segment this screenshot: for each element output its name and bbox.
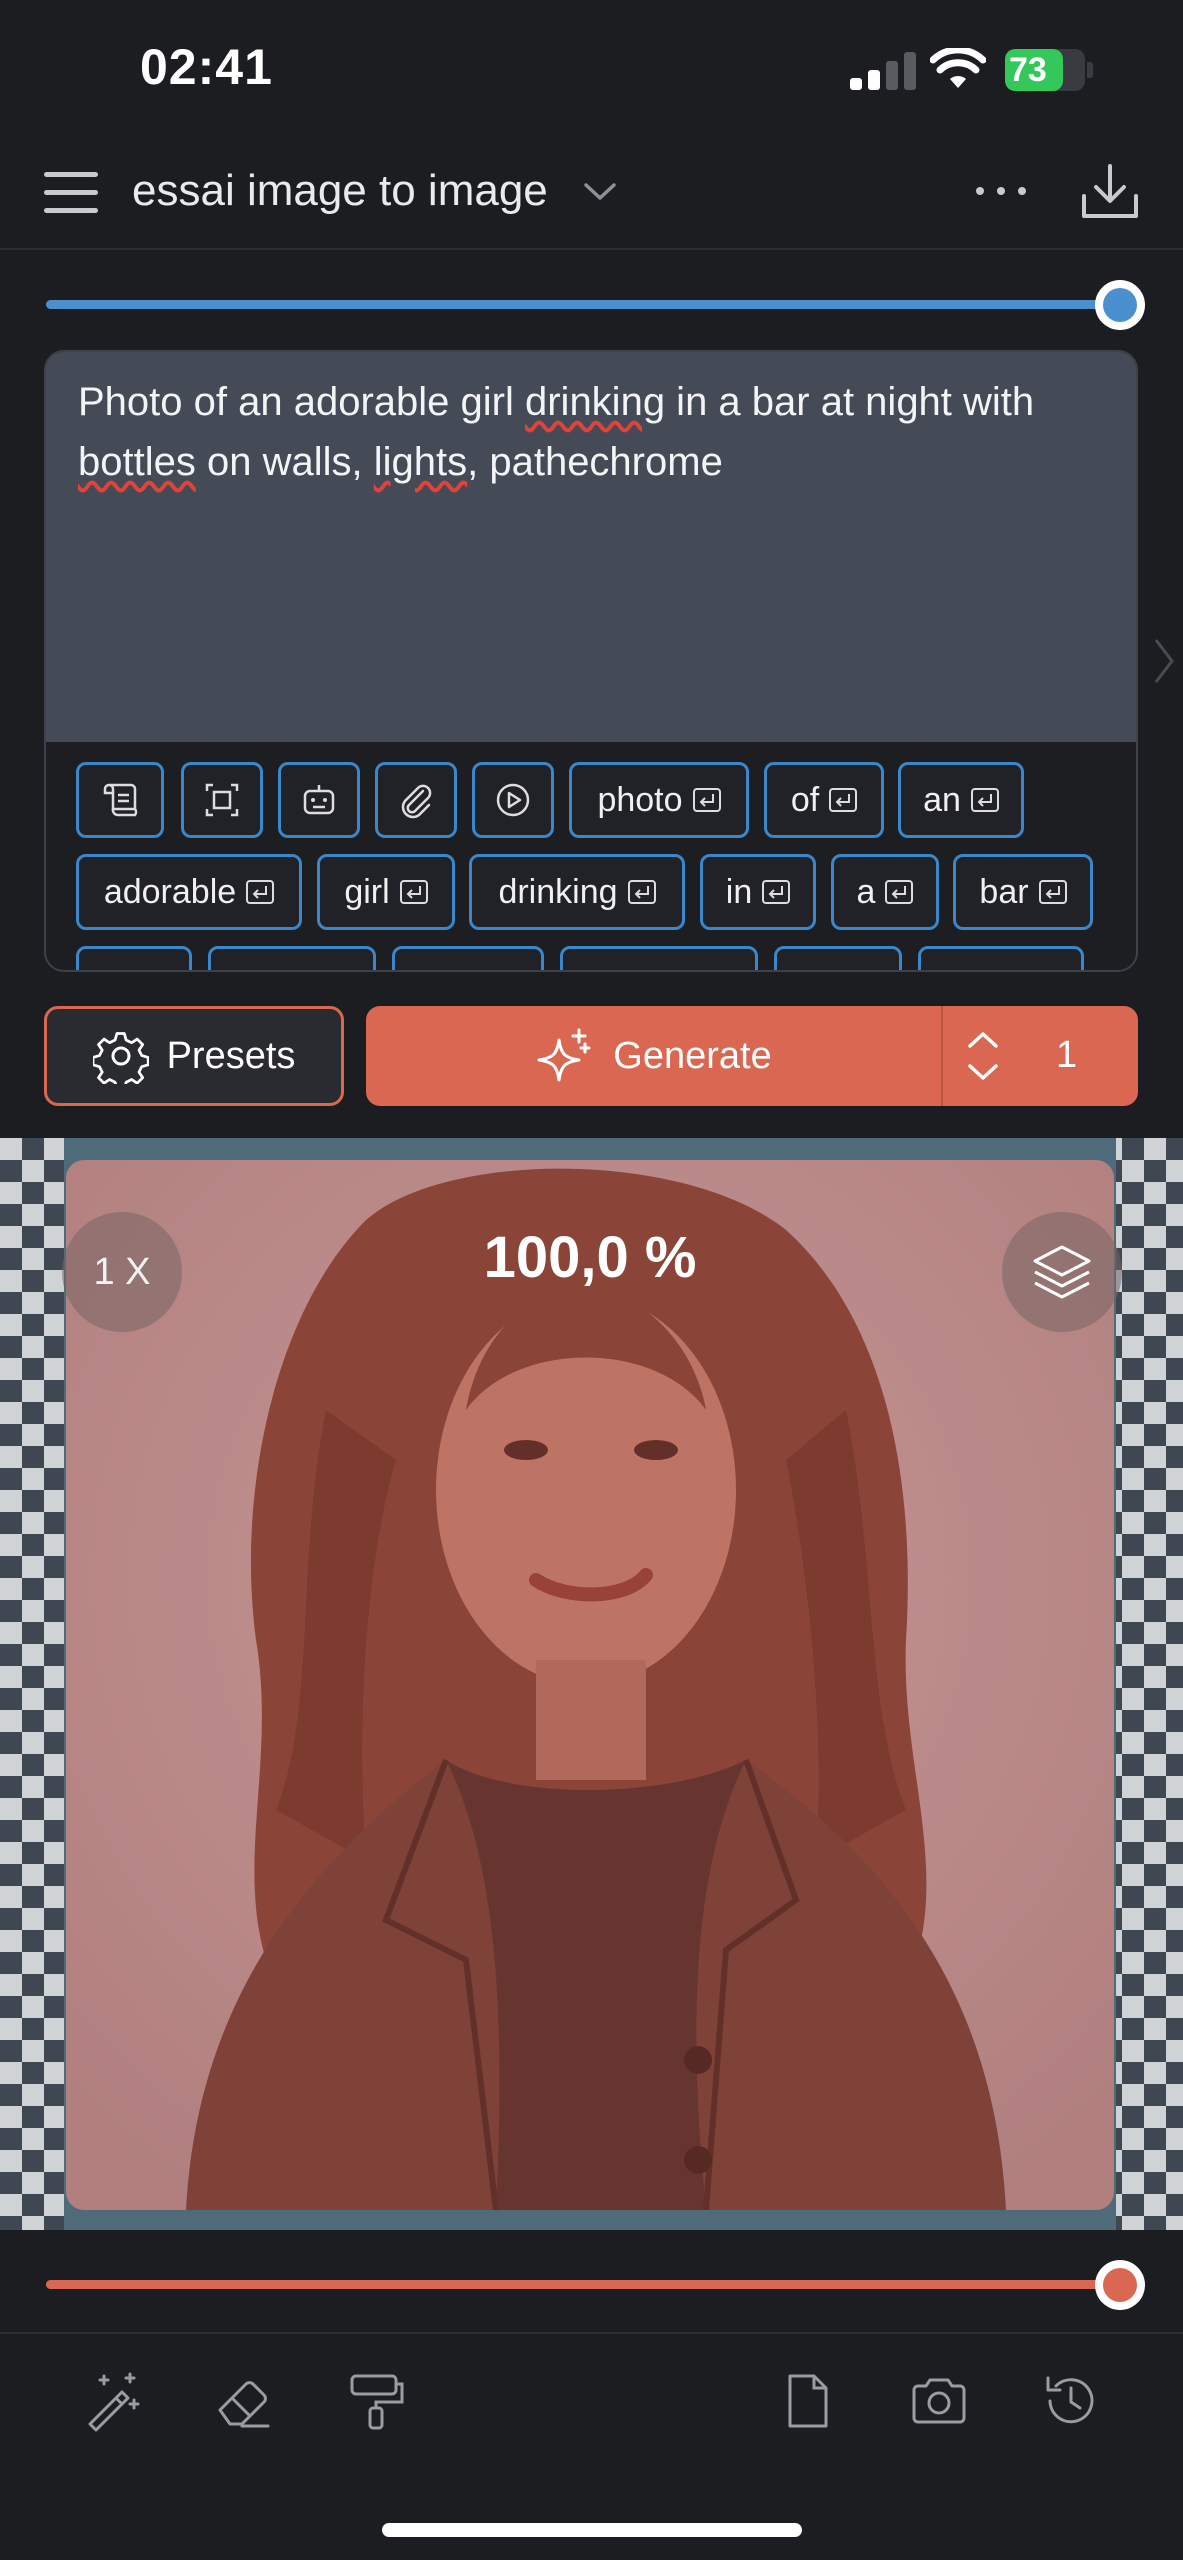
ellipsis-icon[interactable] <box>974 176 1028 206</box>
play-icon <box>496 783 530 817</box>
token-label: in <box>725 872 753 911</box>
misspelled-word: bottles <box>78 440 196 484</box>
token-chip[interactable]: a <box>831 854 939 930</box>
token-chip-clipped[interactable] <box>774 946 902 970</box>
slider-fill <box>46 300 1120 309</box>
slider-thumb[interactable] <box>1095 280 1145 330</box>
camera-icon[interactable] <box>908 2370 970 2432</box>
download-icon[interactable] <box>1080 162 1140 220</box>
strength-slider[interactable] <box>46 280 1145 330</box>
document-icon[interactable] <box>776 2370 838 2432</box>
enter-icon <box>970 788 999 812</box>
generation-progress: 100,0 % <box>483 1225 697 1290</box>
slider-thumb[interactable] <box>1095 2260 1145 2310</box>
gear-icon <box>92 1032 149 1084</box>
bottom-toolbar <box>0 2332 1183 2462</box>
enter-icon <box>627 880 656 904</box>
token-chip[interactable]: adorable <box>76 854 302 930</box>
token-label: girl <box>344 872 390 911</box>
cellular-signal-icon <box>850 52 916 90</box>
layers-icon <box>1033 1245 1091 1299</box>
enter-icon <box>1038 880 1067 904</box>
paint-roller-icon[interactable] <box>346 2370 408 2432</box>
play-button[interactable] <box>472 762 554 838</box>
history-icon[interactable] <box>1040 2370 1102 2432</box>
slider-fill <box>46 2280 1120 2289</box>
prompt-textarea[interactable]: Photo of an adorable girl drinking in a … <box>46 352 1136 742</box>
battery-indicator: 73 <box>1005 49 1093 91</box>
image-canvas[interactable]: 100,0 % <box>0 1138 1183 2230</box>
enter-icon <box>399 880 428 904</box>
token-label: photo <box>597 780 683 819</box>
token-chip-clipped[interactable] <box>918 946 1084 970</box>
token-chip[interactable]: girl <box>317 854 455 930</box>
generate-button-group: Generate 1 <box>366 1006 1138 1106</box>
token-label: drinking <box>498 872 618 911</box>
generate-label: Generate <box>613 1034 772 1077</box>
token-chip[interactable]: bar <box>953 854 1093 930</box>
source-image: 100,0 % <box>66 1160 1114 2210</box>
token-chip[interactable]: an <box>898 762 1024 838</box>
presets-button[interactable]: Presets <box>44 1006 344 1106</box>
mask-strength-slider[interactable] <box>46 2260 1145 2310</box>
home-indicator[interactable] <box>382 2523 802 2537</box>
status-time: 02:41 <box>140 39 273 95</box>
robot-button[interactable] <box>278 762 360 838</box>
hamburger-icon[interactable] <box>44 170 98 216</box>
portrait-image <box>66 1160 1114 2210</box>
layers-button[interactable] <box>1002 1212 1122 1332</box>
token-label: a <box>856 872 876 911</box>
magic-wand-icon[interactable] <box>82 2370 144 2432</box>
enter-icon <box>692 788 721 812</box>
wifi-icon <box>930 48 986 88</box>
enter-icon <box>829 788 858 812</box>
battery-percent: 73 <box>1009 51 1047 89</box>
document-title[interactable]: essai image to image <box>132 166 548 216</box>
canvas-frame: 100,0 % <box>64 1138 1116 2230</box>
token-chip[interactable]: photo <box>569 762 749 838</box>
status-bar: 02:41 73 <box>0 0 1183 140</box>
token-chip-clipped[interactable] <box>76 946 192 970</box>
prompt-text-segment: , pathechrome <box>467 440 723 484</box>
chevron-right-icon[interactable] <box>1152 636 1176 686</box>
token-chip-clipped[interactable] <box>560 946 758 970</box>
token-chip-clipped[interactable] <box>392 946 544 970</box>
token-label: an <box>923 780 961 819</box>
sparkle-icon <box>537 1028 591 1082</box>
prompt-text-segment: in a bar at night with <box>665 380 1035 424</box>
scroll-icon <box>103 783 138 817</box>
zoom-level-button[interactable]: 1 X <box>62 1212 182 1332</box>
generate-button[interactable]: Generate <box>366 1006 941 1106</box>
select-frame-icon <box>205 783 239 817</box>
batch-count[interactable]: 1 <box>1056 1034 1077 1077</box>
prompt-token-bar: photo of an adorable girl drinking in a … <box>46 742 1136 970</box>
attach-button[interactable] <box>375 762 457 838</box>
chevron-up-down-icon[interactable] <box>958 1026 1008 1086</box>
token-chip[interactable]: of <box>764 762 884 838</box>
eraser-icon[interactable] <box>212 2370 274 2432</box>
token-label: bar <box>979 872 1029 911</box>
prompt-editor: Photo of an adorable girl drinking in a … <box>44 350 1138 972</box>
enter-icon <box>246 880 275 904</box>
prompt-text-segment: Photo of an adorable girl <box>78 380 525 424</box>
chevron-down-icon[interactable] <box>582 176 618 206</box>
misspelled-word: lights <box>373 440 468 484</box>
token-chip[interactable]: drinking <box>469 854 685 930</box>
prompt-text-segment: on walls, <box>195 440 374 484</box>
divider <box>941 1006 943 1106</box>
token-chip[interactable]: in <box>700 854 816 930</box>
scroll-button[interactable] <box>76 762 164 838</box>
select-frame-button[interactable] <box>181 762 263 838</box>
token-label: adorable <box>103 872 237 911</box>
app-header: essai image to image <box>0 140 1183 250</box>
paperclip-icon <box>401 784 432 819</box>
zoom-label: 1 X <box>93 1250 151 1293</box>
misspelled-word: drinking <box>524 380 666 424</box>
token-chip-clipped[interactable] <box>208 946 376 970</box>
presets-label: Presets <box>166 1034 296 1077</box>
token-label: of <box>790 780 820 819</box>
enter-icon <box>762 880 791 904</box>
robot-icon <box>303 785 335 815</box>
enter-icon <box>885 880 914 904</box>
